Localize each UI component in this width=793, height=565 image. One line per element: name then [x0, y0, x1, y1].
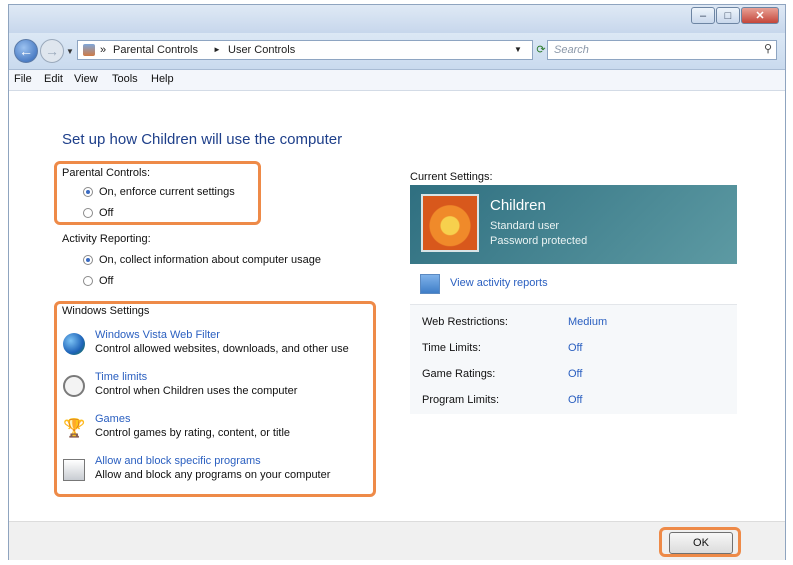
password-status: Password protected — [490, 235, 588, 247]
setting-games: 🏆 Games Control games by rating, content… — [63, 413, 373, 451]
menu-tools[interactable]: Tools — [112, 73, 138, 85]
setting-web-filter: Windows Vista Web Filter Control allowed… — [63, 329, 373, 367]
summary-key: Game Ratings: — [422, 368, 496, 380]
allow-block-programs-description: Allow and block any programs on your com… — [95, 469, 331, 481]
web-filter-description: Control allowed websites, downloads, and… — [95, 343, 349, 355]
settings-summary-panel: View activity reports Web Restrictions: … — [410, 264, 737, 414]
radio-label: On, collect information about computer u… — [99, 254, 321, 266]
globe-icon — [63, 333, 85, 355]
games-link[interactable]: Games — [95, 413, 130, 425]
program-icon — [63, 459, 85, 481]
summary-key: Time Limits: — [422, 342, 481, 354]
recent-pages-dropdown-icon[interactable]: ▼ — [66, 47, 74, 56]
user-avatar — [421, 194, 479, 252]
minimize-button[interactable]: – — [691, 7, 715, 24]
user-type: Standard user — [490, 220, 560, 232]
parental-controls-label: Parental Controls: — [62, 167, 151, 179]
summary-key: Web Restrictions: — [422, 316, 508, 328]
maximize-button[interactable]: □ — [716, 7, 740, 24]
menu-bar: File Edit View Tools Help — [9, 70, 785, 91]
control-panel-icon — [83, 44, 95, 56]
back-button[interactable]: ← — [14, 39, 38, 63]
search-icon[interactable]: ⚲ — [764, 40, 772, 58]
summary-value: Medium — [568, 316, 608, 328]
dialog-footer: OK — [9, 521, 785, 560]
summary-row-game-ratings: Game Ratings: Off — [422, 368, 732, 386]
web-filter-link[interactable]: Windows Vista Web Filter — [95, 329, 220, 341]
menu-file[interactable]: File — [14, 73, 32, 85]
breadcrumb-arrow-icon[interactable]: ► — [213, 41, 221, 59]
menu-view[interactable]: View — [74, 73, 98, 85]
radio-selected-icon — [83, 187, 93, 197]
address-bar[interactable]: » Parental Controls ► User Controls ▼ — [77, 40, 533, 60]
activity-reports-row: View activity reports — [410, 264, 737, 305]
menu-help[interactable]: Help — [151, 73, 174, 85]
summary-key: Program Limits: — [422, 394, 500, 406]
title-bar: – □ ✕ — [9, 5, 785, 33]
current-settings-label: Current Settings: — [410, 171, 493, 183]
activity-reporting-label: Activity Reporting: — [62, 233, 151, 245]
time-limits-description: Control when Children uses the computer — [95, 385, 298, 397]
setting-allow-block-programs: Allow and block specific programs Allow … — [63, 455, 373, 493]
clock-icon — [63, 375, 85, 397]
allow-block-programs-link[interactable]: Allow and block specific programs — [95, 455, 261, 467]
parental-controls-window: – □ ✕ ← → ▼ » Parental Controls ► User C… — [8, 4, 786, 560]
games-description: Control games by rating, content, or tit… — [95, 427, 291, 439]
activity-report-icon — [420, 274, 440, 294]
main-content: Set up how Children will use the compute… — [9, 91, 785, 521]
time-limits-link[interactable]: Time limits — [95, 371, 147, 383]
summary-value: Off — [568, 394, 583, 406]
summary-value: Off — [568, 368, 583, 380]
user-name: Children — [490, 197, 546, 214]
setting-time-limits: Time limits Control when Children uses t… — [63, 371, 373, 409]
ok-button[interactable]: OK — [669, 532, 733, 554]
refresh-button[interactable]: ⟳ — [535, 40, 547, 60]
address-dropdown-icon[interactable]: ▼ — [514, 41, 522, 59]
search-placeholder: Search — [554, 44, 589, 56]
radio-unselected-icon — [83, 208, 93, 218]
close-button[interactable]: ✕ — [741, 7, 779, 24]
view-activity-reports-link[interactable]: View activity reports — [450, 277, 548, 289]
radio-label: Off — [99, 207, 114, 219]
radio-selected-icon — [83, 255, 93, 265]
radio-label: Off — [99, 275, 114, 287]
page-title: Set up how Children will use the compute… — [62, 131, 343, 148]
breadcrumb-parental-controls[interactable]: Parental Controls — [113, 41, 198, 59]
radio-label: On, enforce current settings — [99, 186, 235, 198]
breadcrumb-separator: » — [100, 44, 107, 56]
breadcrumb-user-controls[interactable]: User Controls — [228, 41, 295, 59]
navigation-bar: ← → ▼ » Parental Controls ► User Control… — [9, 33, 785, 70]
summary-row-web-restrictions: Web Restrictions: Medium — [422, 316, 732, 334]
windows-settings-label: Windows Settings — [62, 305, 150, 317]
forward-button[interactable]: → — [40, 39, 64, 63]
radio-unselected-icon — [83, 276, 93, 286]
trophy-icon: 🏆 — [63, 418, 86, 438]
menu-edit[interactable]: Edit — [44, 73, 63, 85]
summary-row-program-limits: Program Limits: Off — [422, 394, 732, 412]
search-input[interactable]: Search ⚲ — [547, 40, 777, 60]
summary-value: Off — [568, 342, 583, 354]
summary-row-time-limits: Time Limits: Off — [422, 342, 732, 360]
user-banner: Children Standard user Password protecte… — [410, 185, 737, 264]
